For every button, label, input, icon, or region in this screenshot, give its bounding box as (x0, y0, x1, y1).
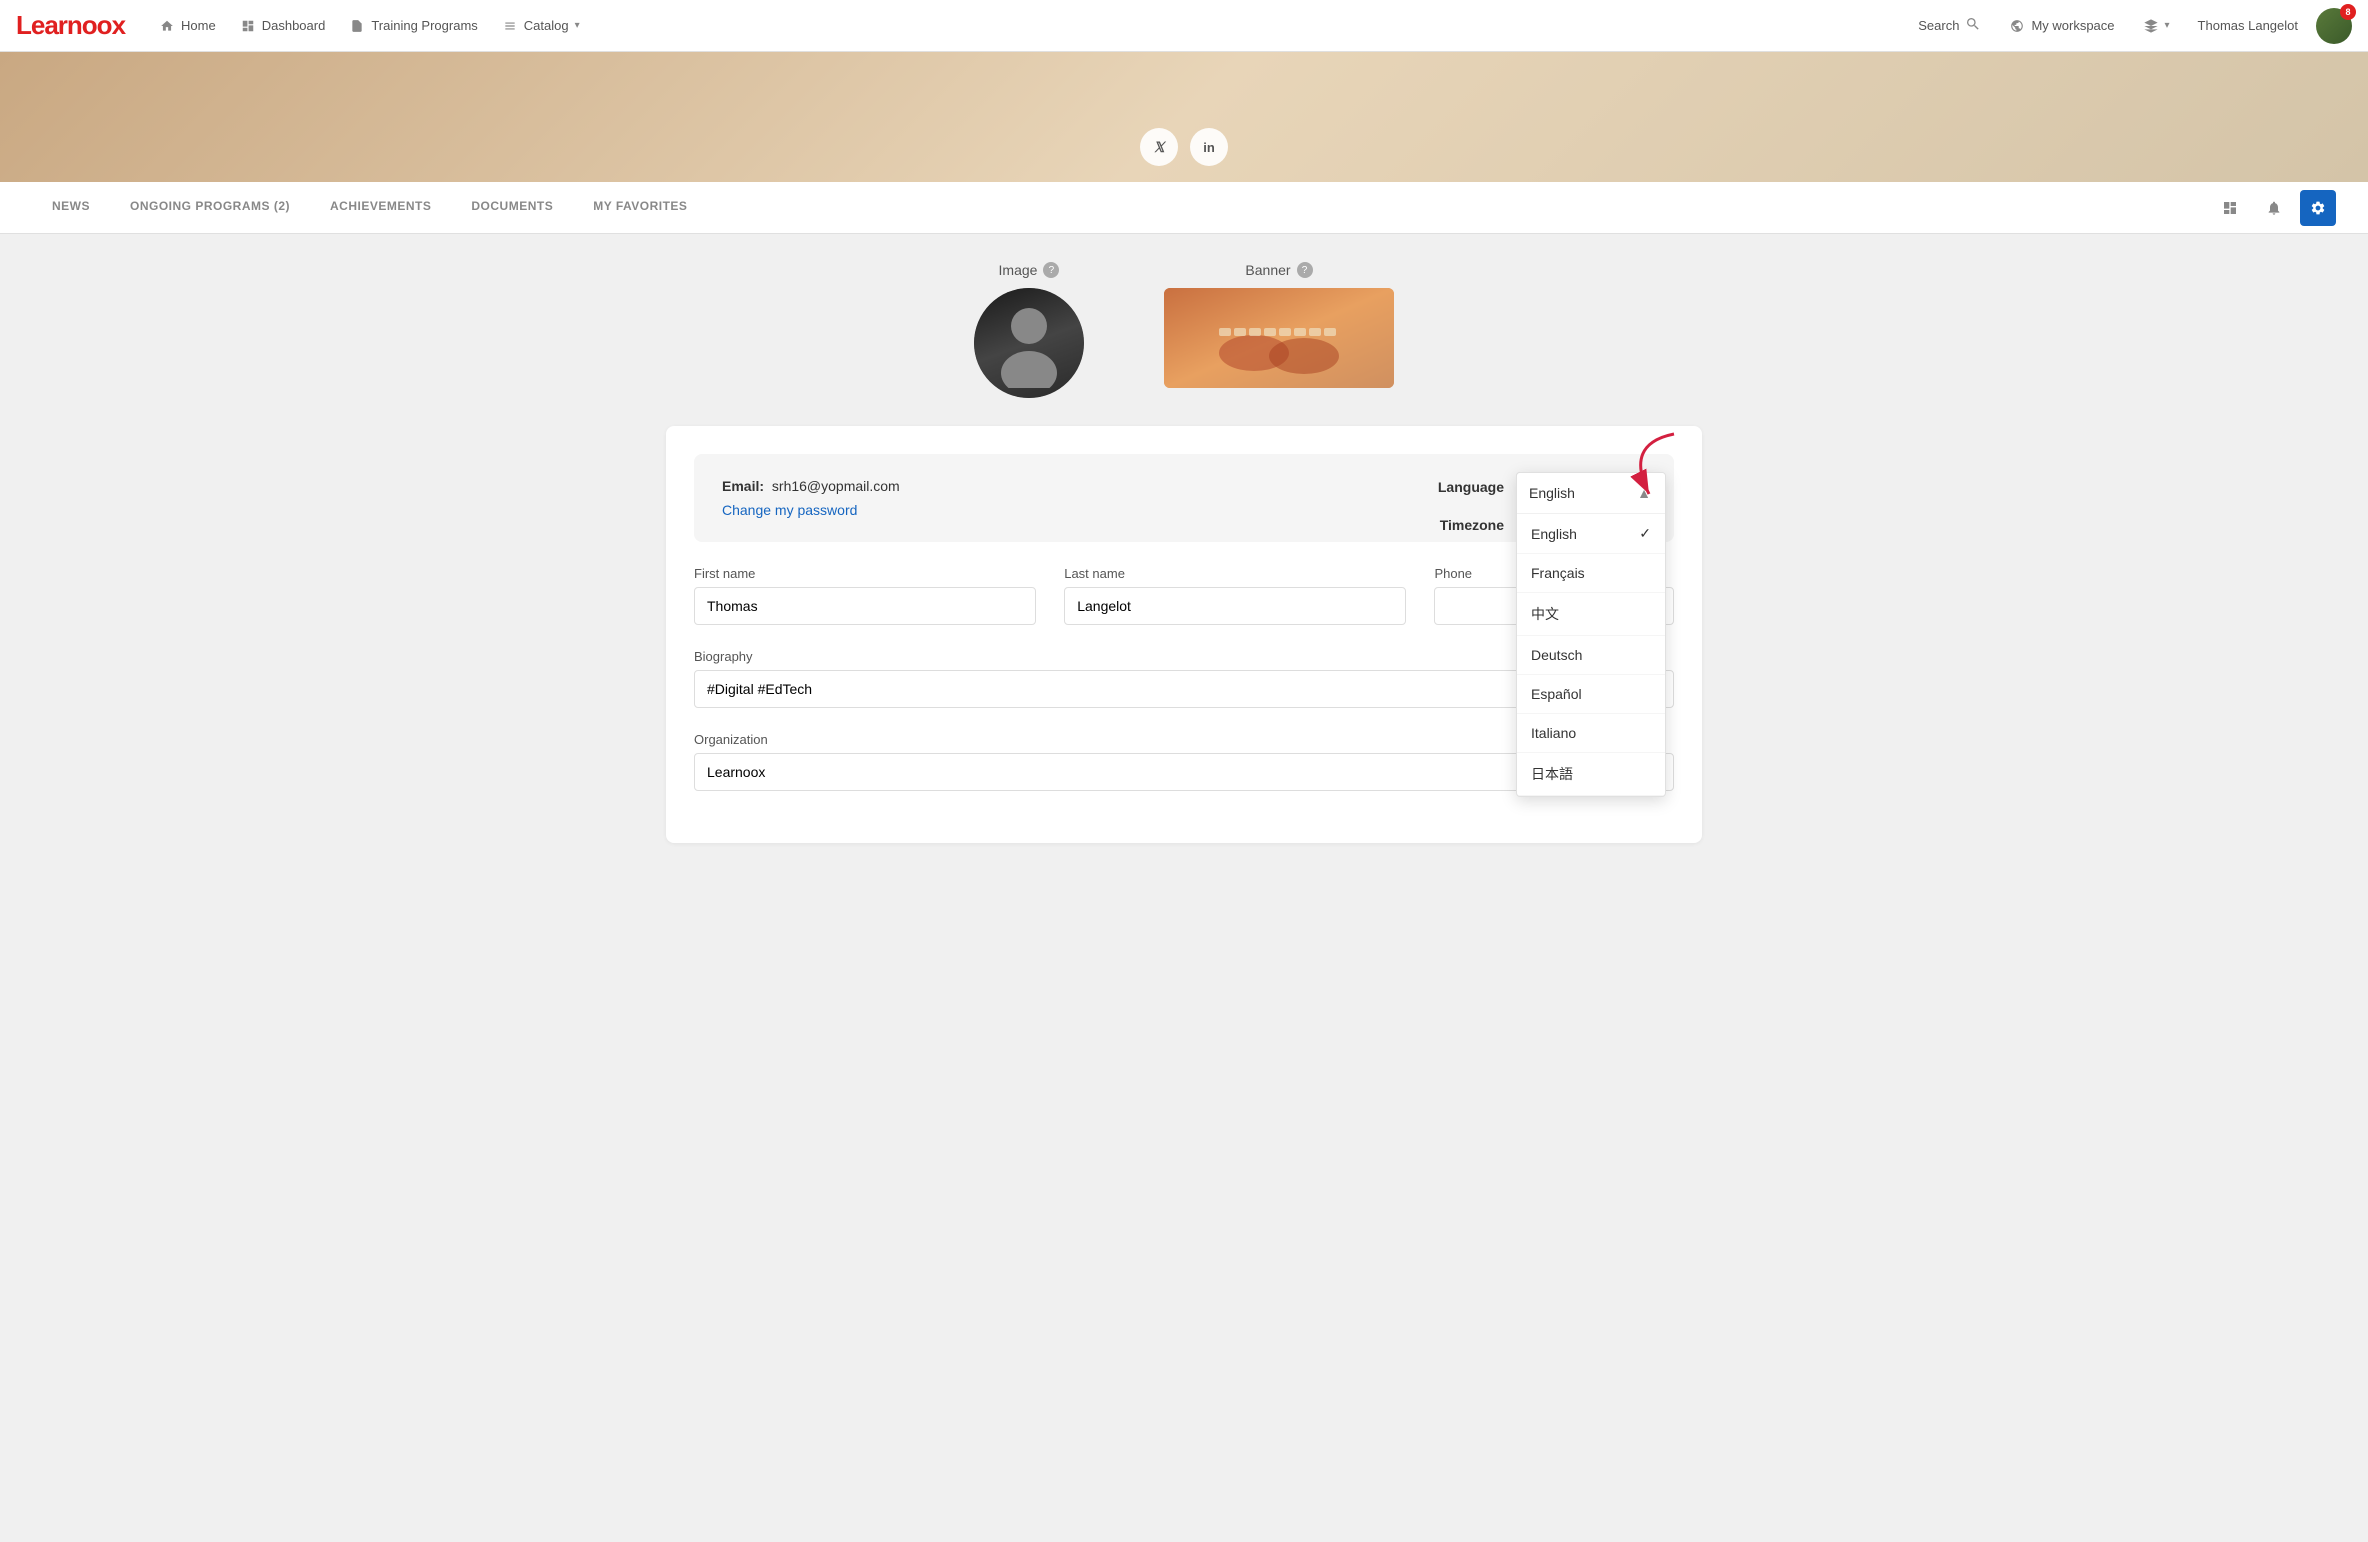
nav-username[interactable]: Thomas Langelot (2188, 12, 2308, 39)
catalog-icon (502, 18, 518, 34)
banner-image-inner (1164, 288, 1394, 388)
avatar-wrapper: 8 (2316, 8, 2352, 44)
linkedin-button[interactable]: in (1190, 128, 1228, 166)
language-dropdown: English ▲ English ✓ Français (1516, 472, 1666, 797)
stats-icon-button[interactable] (2212, 190, 2248, 226)
banner-help-icon[interactable]: ? (1297, 262, 1313, 278)
language-timezone-section: Language English ▲ English ▲ (1424, 472, 1646, 548)
twitter-icon: 𝕏 (1153, 139, 1164, 156)
last-name-label: Last name (1064, 566, 1406, 581)
search-button[interactable]: Search (1908, 10, 1991, 41)
subnav-news[interactable]: News (32, 183, 110, 232)
bell-icon-button[interactable] (2256, 190, 2292, 226)
linkedin-icon: in (1203, 140, 1215, 155)
search-icon (1965, 16, 1981, 35)
language-dropdown-container: English ▲ English ✓ Français (1516, 472, 1666, 797)
nav-home[interactable]: Home (149, 12, 226, 40)
training-icon (349, 18, 365, 34)
subnav-items: News Ongoing Programs (2) Achievements D… (32, 183, 2212, 232)
workspace-icon (2009, 18, 2025, 34)
nav-building-icon-area[interactable]: ▾ (2133, 12, 2180, 40)
subnav-documents[interactable]: Documents (451, 183, 573, 232)
subnav-ongoing-programs[interactable]: Ongoing Programs (2) (110, 183, 310, 232)
subnav-right-icons (2212, 190, 2336, 226)
banner-label: Banner ? (1245, 262, 1312, 278)
email-language-card: Email: srh16@yopmail.com Change my passw… (694, 454, 1674, 542)
profile-form-card: Email: srh16@yopmail.com Change my passw… (666, 426, 1702, 843)
subnav-my-favorites[interactable]: My Favorites (573, 183, 707, 232)
last-name-input[interactable] (1064, 587, 1406, 625)
profile-subnav: News Ongoing Programs (2) Achievements D… (0, 182, 2368, 234)
first-name-label: First name (694, 566, 1036, 581)
last-name-group: Last name (1064, 566, 1406, 625)
catalog-chevron-icon: ▾ (575, 20, 580, 31)
banner-image[interactable] (1164, 288, 1394, 388)
lang-option-chinese[interactable]: 中文 (1517, 593, 1665, 636)
dropdown-collapse-button[interactable]: ▲ (1635, 483, 1653, 503)
lang-option-italiano[interactable]: Italiano (1517, 714, 1665, 753)
image-label: Image ? (999, 262, 1060, 278)
social-icons-row: 𝕏 in (1140, 128, 1228, 166)
building-icon (2143, 18, 2159, 34)
nav-my-workspace[interactable]: My workspace (1999, 12, 2124, 40)
twitter-button[interactable]: 𝕏 (1140, 128, 1178, 166)
top-navigation: Learnoox Home Dashboard Training Program… (0, 0, 2368, 52)
first-name-input[interactable] (694, 587, 1036, 625)
profile-image-inner (974, 288, 1084, 398)
language-row: Language English ▲ English ▲ (1424, 472, 1646, 502)
lang-option-deutsch[interactable]: Deutsch (1517, 636, 1665, 675)
lang-option-japanese[interactable]: 日本語 (1517, 753, 1665, 796)
check-icon: ✓ (1639, 525, 1651, 542)
image-section: Image ? (974, 262, 1084, 398)
logo[interactable]: Learnoox (16, 10, 125, 41)
profile-banner-area: 𝕏 in (0, 52, 2368, 182)
home-icon (159, 18, 175, 34)
image-help-icon[interactable]: ? (1043, 262, 1059, 278)
image-banner-row: Image ? Banner ? (666, 262, 1702, 398)
nav-right: Search My workspace ▾ Thomas Langelot 8 (1908, 8, 2352, 44)
dashboard-icon (240, 18, 256, 34)
nav-items: Home Dashboard Training Programs Catalog… (149, 12, 1908, 40)
lang-option-english-selected[interactable]: English ✓ (1517, 514, 1665, 554)
first-name-group: First name (694, 566, 1036, 625)
profile-image[interactable] (974, 288, 1084, 398)
banner-section: Banner ? (1164, 262, 1394, 398)
nav-catalog[interactable]: Catalog ▾ (492, 12, 590, 40)
dropdown-header: English ▲ (1517, 473, 1665, 514)
lang-option-espanol[interactable]: Español (1517, 675, 1665, 714)
lang-option-francais[interactable]: Français (1517, 554, 1665, 593)
building-chevron-icon: ▾ (2165, 20, 2170, 31)
nav-training-programs[interactable]: Training Programs (339, 12, 487, 40)
nav-dashboard[interactable]: Dashboard (230, 12, 336, 40)
notification-badge: 8 (2340, 4, 2356, 20)
language-select-wrapper: English ▲ English ▲ English (1516, 472, 1646, 502)
settings-icon-button[interactable] (2300, 190, 2336, 226)
subnav-achievements[interactable]: Achievements (310, 183, 451, 232)
change-password-link[interactable]: Change my password (722, 502, 857, 518)
main-content: Image ? Banner ? (634, 234, 1734, 871)
